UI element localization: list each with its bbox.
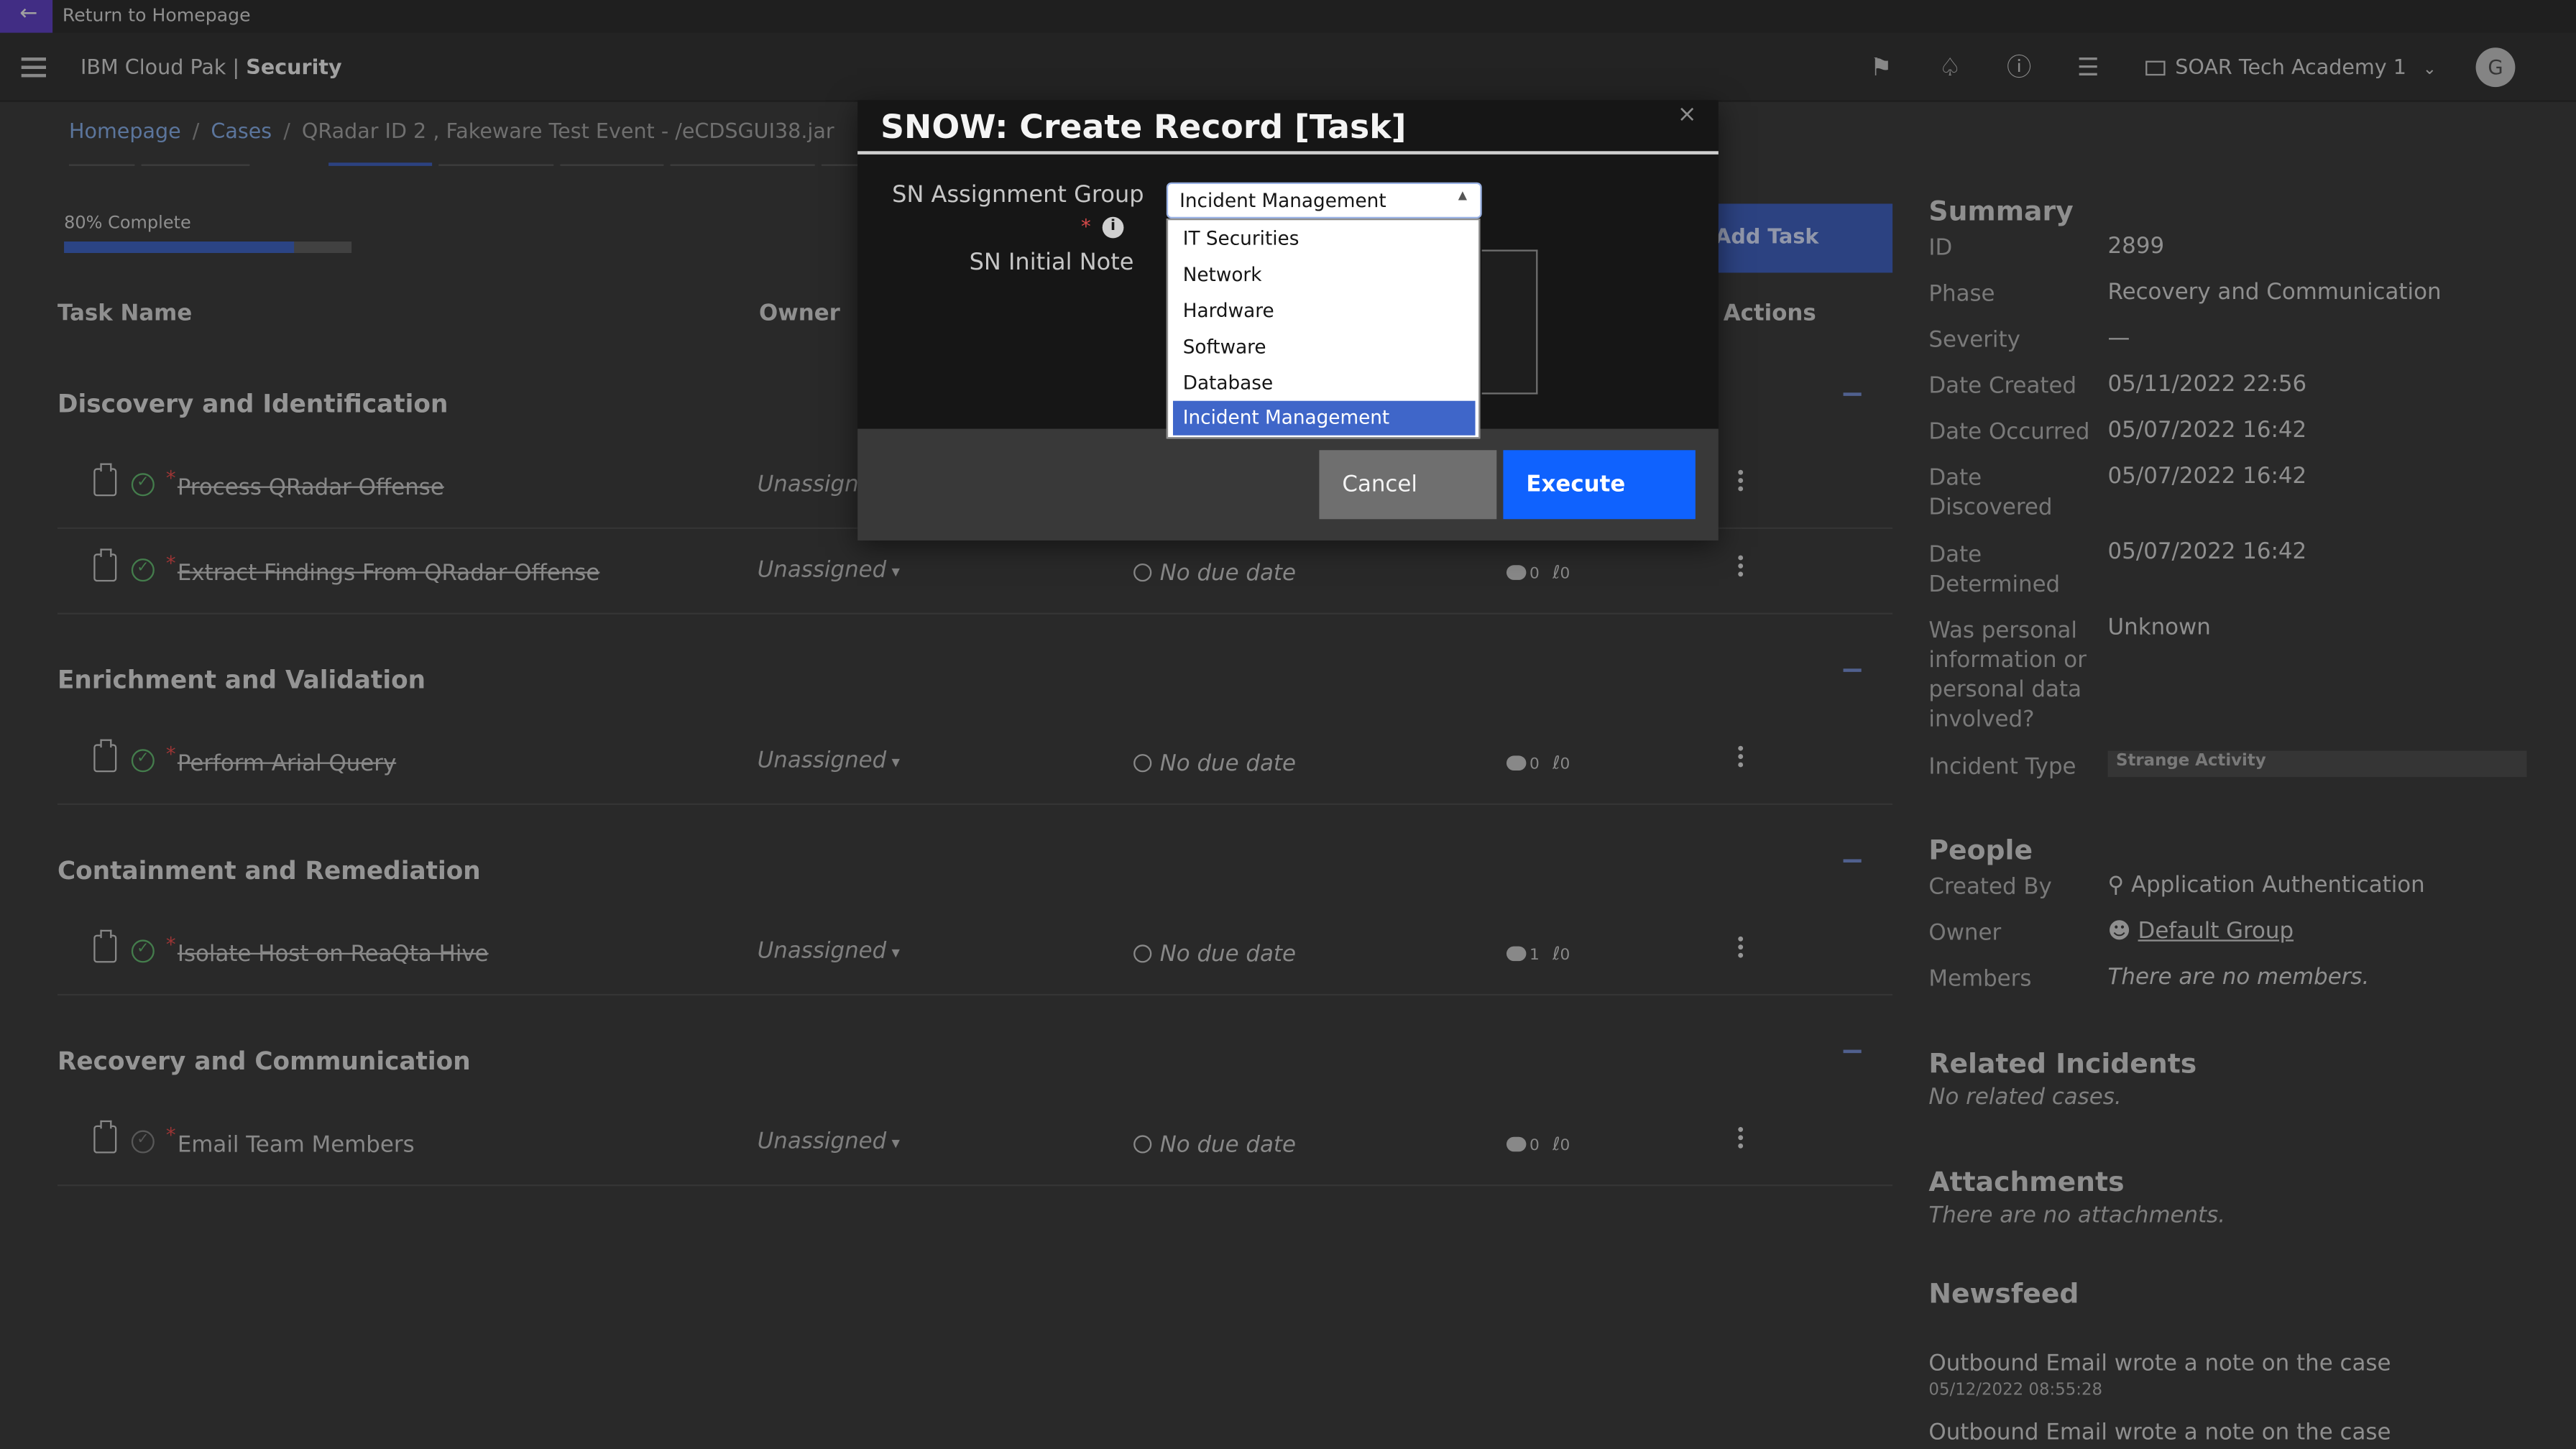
option-database[interactable]: Database bbox=[1173, 367, 1476, 401]
required-star: * bbox=[1080, 215, 1091, 239]
modal-divider bbox=[857, 151, 1719, 155]
assignment-group-select[interactable]: Incident Management ▲ bbox=[1166, 182, 1482, 218]
close-icon[interactable]: × bbox=[1678, 102, 1697, 129]
option-it-securities[interactable]: IT Securities bbox=[1173, 222, 1476, 257]
initial-note-textarea[interactable] bbox=[1481, 249, 1538, 395]
info-icon[interactable]: i bbox=[1102, 216, 1124, 239]
option-software[interactable]: Software bbox=[1173, 330, 1476, 364]
option-network[interactable]: Network bbox=[1173, 258, 1476, 293]
assignment-group-label: SN Assignment Group bbox=[892, 182, 1144, 209]
option-hardware[interactable]: Hardware bbox=[1173, 294, 1476, 328]
execute-button[interactable]: Execute bbox=[1503, 450, 1696, 520]
modal-title: SNOW: Create Record [Task] bbox=[880, 106, 1407, 147]
assignment-group-options: IT Securities Network Hardware Software … bbox=[1166, 218, 1481, 439]
initial-note-label: SN Initial Note bbox=[969, 249, 1134, 276]
cancel-button[interactable]: Cancel bbox=[1319, 450, 1497, 520]
page: ← Return to Homepage IBM Cloud Pak | Sec… bbox=[0, 0, 2576, 1449]
assignment-group-value: Incident Management bbox=[1179, 188, 1386, 212]
option-incident-management[interactable]: Incident Management bbox=[1172, 400, 1476, 436]
caret-up-icon: ▲ bbox=[1458, 188, 1468, 203]
